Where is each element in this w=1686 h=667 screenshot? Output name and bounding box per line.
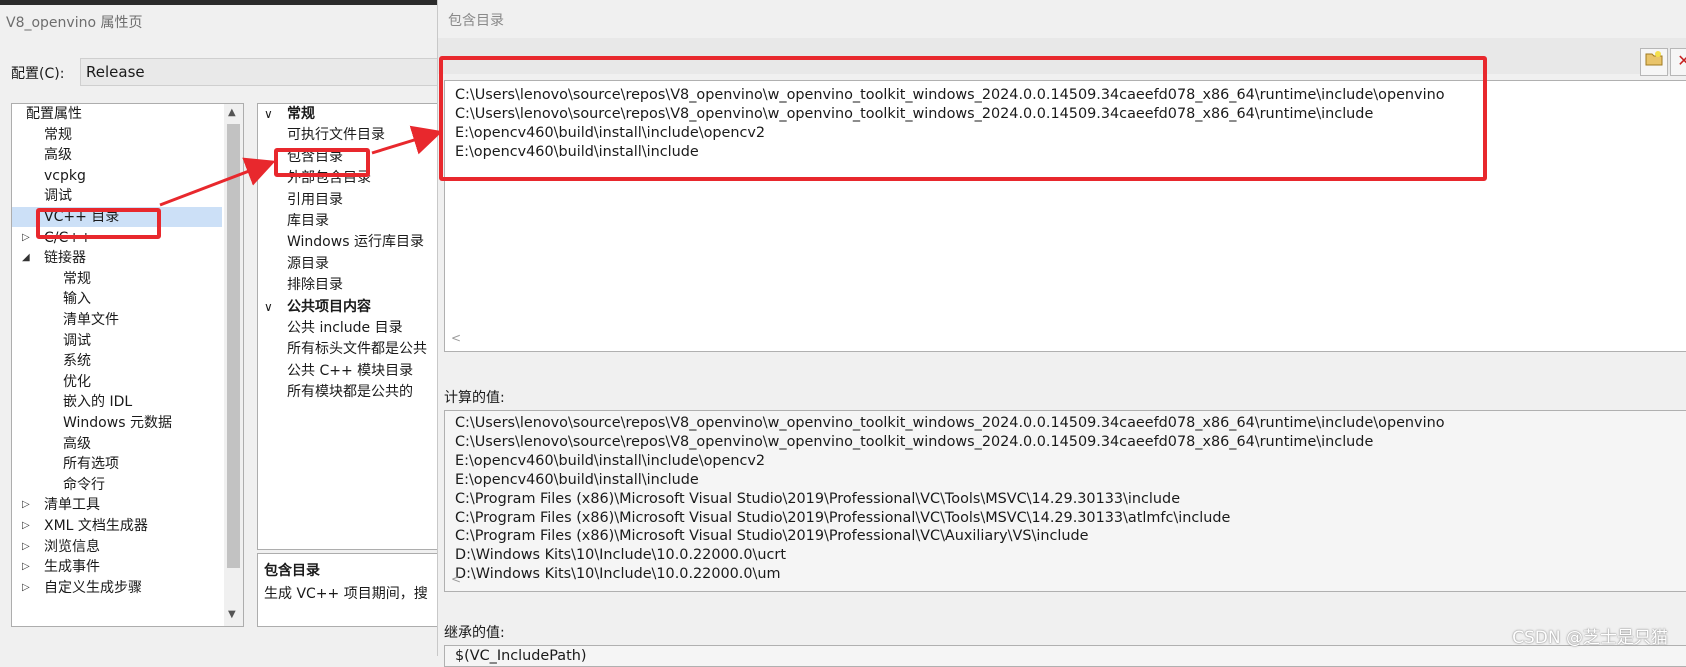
arrow-to-include-dirs — [159, 157, 276, 207]
annotation-arrows — [159, 125, 443, 207]
arrow-to-editor — [371, 125, 443, 155]
watermark: CSDN @芝士是只猫 — [1512, 628, 1668, 648]
